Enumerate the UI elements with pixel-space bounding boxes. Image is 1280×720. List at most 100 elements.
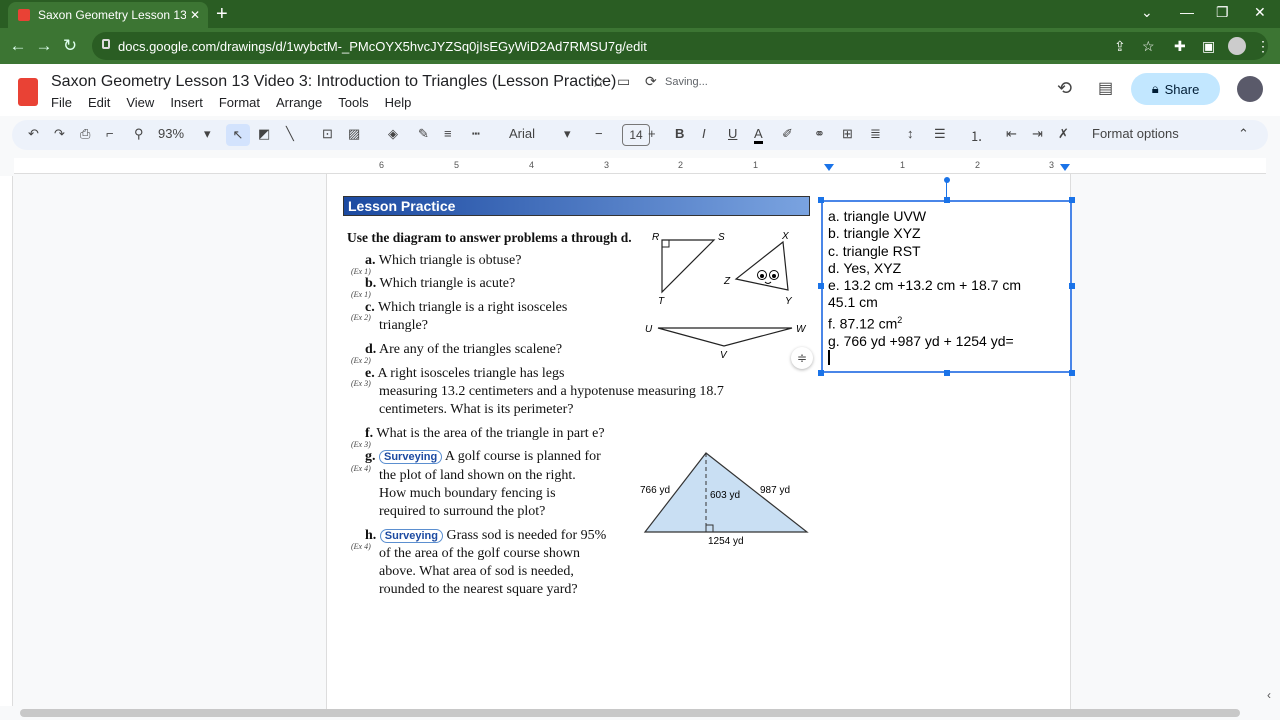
- decrease-indent-icon[interactable]: ⇤: [1006, 126, 1017, 142]
- decrease-size-icon[interactable]: −: [595, 126, 603, 141]
- back-icon[interactable]: ←: [5, 36, 31, 56]
- comments-icon[interactable]: ▤: [1098, 78, 1113, 98]
- fill-color-icon[interactable]: ◈: [388, 126, 398, 142]
- minimize-icon[interactable]: —: [1180, 4, 1194, 20]
- layout-options-icon[interactable]: ≑: [791, 347, 813, 369]
- bold-icon[interactable]: B: [675, 126, 684, 141]
- drawings-favicon-icon: [18, 9, 30, 21]
- link-icon[interactable]: ⚭: [814, 126, 825, 142]
- share-page-icon[interactable]: ⇪: [1114, 38, 1126, 55]
- forward-icon[interactable]: →: [31, 36, 57, 56]
- sticker-mouth: [764, 281, 772, 284]
- resize-handle[interactable]: [1069, 197, 1075, 203]
- shape-icon[interactable]: ◩: [258, 126, 270, 142]
- line-spacing-icon[interactable]: ↕: [907, 126, 914, 141]
- menu-format[interactable]: Format: [219, 95, 260, 110]
- font-size-input[interactable]: 14: [622, 124, 650, 146]
- increase-indent-icon[interactable]: ⇥: [1032, 126, 1043, 142]
- font-select[interactable]: Arial: [509, 126, 535, 141]
- extensions-icon[interactable]: ✚: [1174, 38, 1186, 55]
- select-cursor-icon[interactable]: ↖: [226, 124, 250, 146]
- account-avatar[interactable]: [1237, 76, 1263, 102]
- rotate-handle-line: [946, 182, 947, 198]
- highlight-icon[interactable]: ✐: [782, 126, 793, 142]
- url-field[interactable]: docs.google.com/drawings/d/1wybctM-_PMcO…: [92, 32, 1270, 60]
- new-tab-icon[interactable]: +: [216, 3, 228, 25]
- reload-icon[interactable]: ↻: [57, 36, 83, 56]
- menu-view[interactable]: View: [126, 95, 154, 110]
- menu-edit[interactable]: Edit: [88, 95, 110, 110]
- text-caret: [828, 350, 830, 366]
- problem-c: c. Which triangle is a right isosceles: [365, 300, 568, 315]
- print-icon[interactable]: ⎙: [80, 126, 90, 142]
- menu-arrange[interactable]: Arrange: [276, 95, 322, 110]
- resize-handle[interactable]: [944, 370, 950, 376]
- menu-tools[interactable]: Tools: [338, 95, 368, 110]
- resize-handle[interactable]: [1069, 283, 1075, 289]
- line-icon[interactable]: ╲: [286, 126, 294, 142]
- label-x: X: [781, 231, 789, 242]
- document-title[interactable]: Saxon Geometry Lesson 13 Video 3: Introd…: [51, 73, 616, 91]
- bookmark-star-icon[interactable]: ☆: [1142, 38, 1155, 55]
- resize-handle[interactable]: [818, 197, 824, 203]
- example-ref: (Ex 4): [351, 464, 371, 473]
- collapse-toolbar-icon[interactable]: ⌃: [1238, 126, 1249, 142]
- version-history-icon[interactable]: ⟲: [1057, 78, 1072, 99]
- italic-icon[interactable]: I: [702, 126, 706, 141]
- zoom-dropdown-icon[interactable]: ▾: [204, 126, 211, 142]
- resize-handle[interactable]: [944, 197, 950, 203]
- clear-format-icon[interactable]: ✗: [1058, 126, 1069, 142]
- bullet-list-icon[interactable]: ☰: [934, 126, 946, 142]
- redo-icon[interactable]: ↷: [54, 126, 65, 142]
- menu-dots-icon[interactable]: ⋮: [1256, 38, 1270, 55]
- maximize-icon[interactable]: ❐: [1216, 4, 1229, 21]
- label-w: W: [796, 324, 807, 335]
- vertical-ruler: [0, 176, 13, 706]
- tab-search-icon[interactable]: ⌄: [1141, 4, 1153, 21]
- problem-g-line3: How much boundary fencing is: [379, 486, 556, 501]
- right-indent-marker[interactable]: [1060, 164, 1070, 171]
- horizontal-scrollbar[interactable]: [20, 709, 1240, 717]
- image-icon[interactable]: ▨: [348, 126, 360, 142]
- menu-insert[interactable]: Insert: [170, 95, 203, 110]
- rotate-handle[interactable]: [944, 177, 950, 183]
- numbered-list-icon[interactable]: ⒈: [970, 126, 983, 145]
- text-color-icon[interactable]: A: [754, 126, 763, 144]
- instruction-text: Use the diagram to answer problems a thr…: [347, 230, 632, 245]
- answer-line-b: b. triangle XYZ: [828, 225, 921, 242]
- share-button[interactable]: 🔒︎ Share: [1131, 73, 1220, 105]
- border-weight-icon[interactable]: ≡: [444, 126, 452, 141]
- format-options-button[interactable]: Format options: [1092, 126, 1179, 141]
- triangle-xyz: [734, 240, 789, 291]
- sticker-pupil: [772, 274, 776, 278]
- resize-handle[interactable]: [818, 283, 824, 289]
- browser-tab[interactable]: Saxon Geometry Lesson 13 Vide ✕: [8, 2, 208, 28]
- resize-handle[interactable]: [1069, 370, 1075, 376]
- resize-handle[interactable]: [818, 370, 824, 376]
- zoom-select[interactable]: 93%: [158, 126, 184, 141]
- border-color-icon[interactable]: ✎: [418, 126, 429, 142]
- profile-avatar-icon[interactable]: [1228, 37, 1246, 55]
- align-icon[interactable]: ≣: [870, 126, 881, 142]
- paint-format-icon[interactable]: ⌐: [106, 126, 114, 141]
- menu-file[interactable]: File: [51, 95, 72, 110]
- answer-text[interactable]: a. triangle UVW b. triangle XYZ c. trian…: [828, 208, 1021, 366]
- drawings-logo-icon[interactable]: [18, 78, 38, 106]
- move-folder-icon[interactable]: ▭: [617, 73, 630, 90]
- font-dropdown-icon[interactable]: ▾: [564, 126, 571, 142]
- side-panel-toggle-icon[interactable]: ‹: [1267, 688, 1271, 702]
- menu-help[interactable]: Help: [385, 95, 412, 110]
- underline-icon[interactable]: U: [728, 126, 737, 141]
- star-icon[interactable]: ☆: [591, 72, 605, 92]
- zoom-icon[interactable]: ⚲: [134, 126, 144, 142]
- surveying-tag: Surveying: [379, 450, 443, 464]
- sidepanel-icon[interactable]: ▣: [1202, 38, 1215, 55]
- left-indent-marker[interactable]: [824, 164, 834, 171]
- text-box-icon[interactable]: ⊡: [322, 126, 333, 142]
- border-dash-icon[interactable]: ┅: [472, 126, 480, 142]
- comment-add-icon[interactable]: ⊞: [842, 126, 853, 142]
- undo-icon[interactable]: ↶: [28, 126, 39, 142]
- close-window-icon[interactable]: ✕: [1254, 4, 1266, 21]
- close-tab-icon[interactable]: ✕: [186, 8, 204, 22]
- increase-size-icon[interactable]: +: [648, 126, 656, 141]
